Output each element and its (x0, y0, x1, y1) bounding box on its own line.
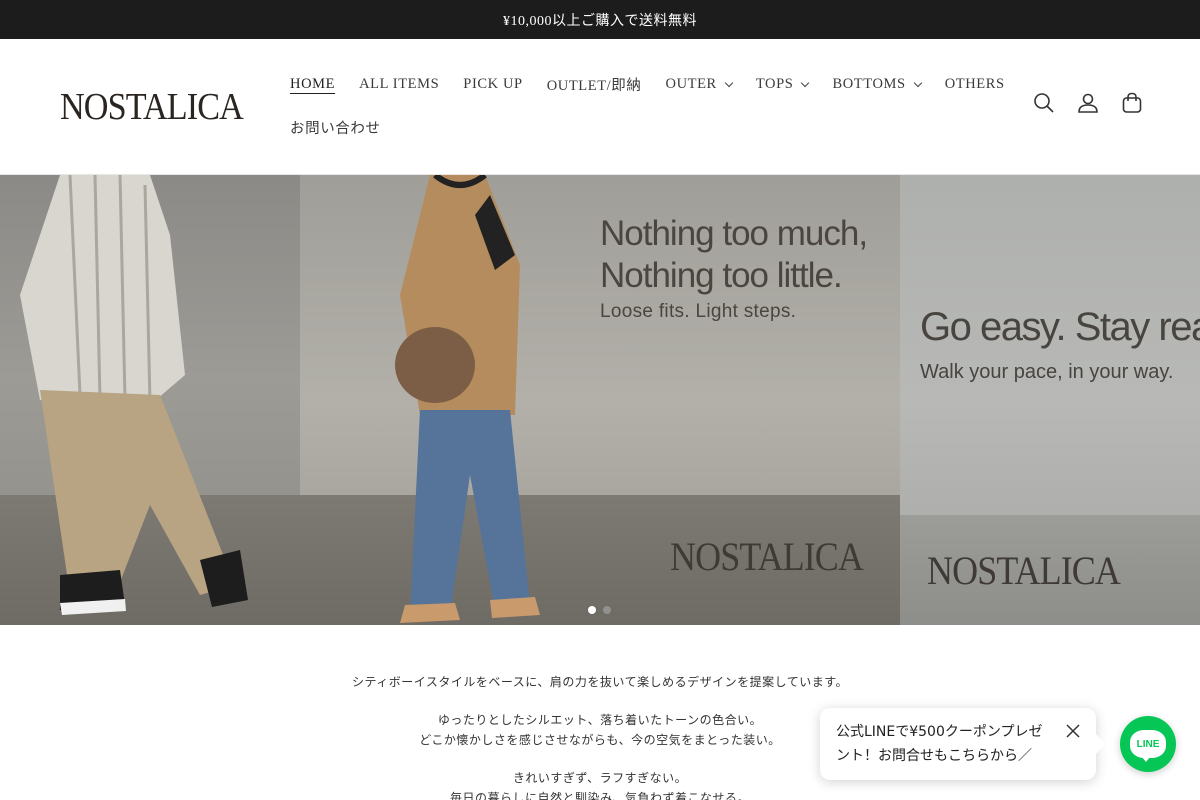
intro-line: ゆったりとしたシルエット、落ち着いたトーンの色合い。 (437, 713, 763, 727)
site-header: NOSTALICA HOME ALL ITEMS PICK UP OUTLET/即納 O… (0, 39, 1200, 175)
line-chat-button[interactable]: LINE (1120, 716, 1176, 772)
hero-slide-left (0, 175, 300, 625)
nav-item-outer[interactable]: OUTER (665, 75, 734, 93)
close-icon[interactable] (1066, 722, 1080, 738)
nav-item-all-items[interactable]: ALL ITEMS (359, 76, 439, 93)
search-icon[interactable] (1032, 91, 1056, 115)
slideshow-dots (588, 606, 611, 614)
hero-headline-line2: Nothing too little. (600, 256, 843, 295)
nav-item-others[interactable]: OTHERS (945, 76, 1005, 93)
slideshow-dot[interactable] (603, 606, 611, 614)
nav-item-label: BOTTOMS (832, 75, 906, 92)
nav-item-label: TOPS (755, 75, 794, 92)
slideshow-dot[interactable] (588, 606, 596, 614)
intro-line: きれいすぎず、ラフすぎない。 (512, 771, 688, 785)
nav-item-outlet[interactable]: OUTLET/即納 (547, 74, 642, 95)
chevron-down-icon (801, 78, 810, 87)
nav-item-label: OTHERS (944, 75, 1005, 92)
hero-brand-logo: NOSTALICA (670, 534, 864, 579)
nav-row-secondary: お問い合わせ (290, 112, 1010, 142)
hero-brand-logo-right: NOSTALICA (927, 548, 1121, 593)
chevron-down-icon (724, 78, 734, 87)
hero-headline-right: Go easy. Stay real. (920, 305, 1200, 349)
model-figure-left (20, 175, 248, 615)
announcement-text: ¥10,000以上ご購入で送料無料 (503, 13, 697, 29)
hero-slide-right: Go easy. Stay real. Walk your pace, in y… (900, 175, 1200, 625)
intro-line: シティボーイスタイルをベースに、肩の力を抜いて楽しめるデザインを提案しています。 (351, 675, 849, 689)
line-button-label: LINE (1136, 738, 1160, 750)
site-logo[interactable]: NOSTALICA (60, 87, 244, 127)
hero-subline-right: Walk your pace, in your way. (920, 361, 1174, 383)
nav-row-primary: HOME ALL ITEMS PICK UP OUTLET/即納 OUTER TOPS BO… (290, 69, 1010, 99)
nav-item-label: OUTLET/即納 (546, 77, 642, 94)
nav-item-label: OUTER (665, 75, 717, 92)
nav-item-tops[interactable]: TOPS (755, 75, 810, 93)
line-popup[interactable]: 公式LINEで¥500クーポンプレゼント！お問合せもこちらから／ (820, 708, 1106, 780)
intro-line: どこか懐かしさを感じさせながらも、今の空気をまとった装い。 (419, 733, 781, 747)
hero-headline-line1: Nothing too much, (600, 214, 868, 253)
nav-item-label: HOME (290, 75, 336, 92)
main-nav: HOME ALL ITEMS PICK UP OUTLET/即納 OUTER TOPS BO… (290, 69, 1010, 155)
nav-item-label: お問い合わせ (290, 120, 381, 137)
account-icon[interactable] (1076, 91, 1100, 115)
cart-icon[interactable] (1120, 91, 1144, 115)
intro-line: 毎日の暮らしに自然と馴染み、気負わず着こなせる。 (449, 791, 750, 800)
line-popup-text: 公式LINEで¥500クーポンプレゼント！お問合せもこちらから／ (836, 724, 1043, 764)
hero-slide-main: Nothing too much, Nothing too little. Lo… (300, 175, 900, 625)
intro-paragraph: シティボーイスタイルをベースに、肩の力を抜いて楽しめるデザインを提案しています。 (0, 672, 1200, 692)
nav-item-home[interactable]: HOME (290, 76, 335, 93)
line-icon: LINE (1130, 730, 1166, 762)
announcement-bar: ¥10,000以上ご購入で送料無料 (0, 0, 1200, 39)
nav-item-bottoms[interactable]: BOTTOMS (832, 75, 922, 93)
hero-subline: Loose fits. Light steps. (600, 301, 797, 322)
nav-item-contact[interactable]: お問い合わせ (290, 117, 381, 138)
hero-headline: Nothing too much, Nothing too little. (600, 213, 868, 297)
nav-item-label: ALL ITEMS (359, 75, 440, 92)
nav-item-label: PICK UP (463, 75, 523, 92)
header-icons (1032, 91, 1144, 115)
chevron-down-icon (913, 78, 922, 87)
nav-item-pick-up[interactable]: PICK UP (463, 76, 522, 93)
hero-slideshow[interactable]: Nothing too much, Nothing too little. Lo… (0, 175, 1200, 625)
